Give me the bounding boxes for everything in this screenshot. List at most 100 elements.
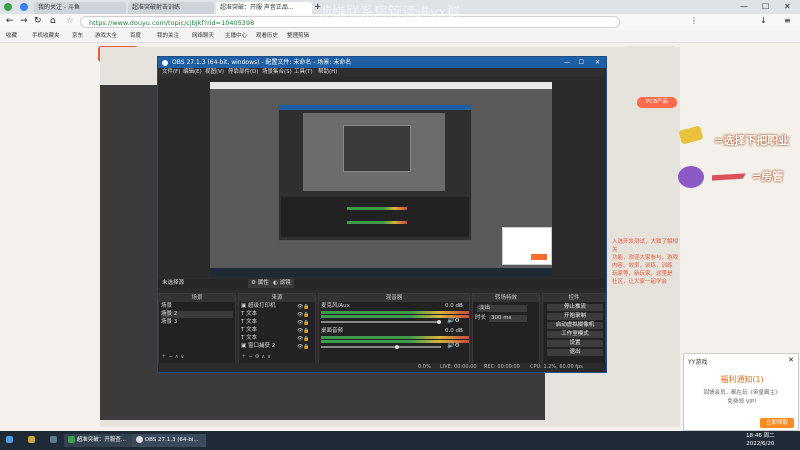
menu-help[interactable]: 帮助(H) (318, 68, 337, 77)
tab-training[interactable]: 超准突破射击训练 (128, 2, 214, 14)
duration-input[interactable]: 300 ms (489, 315, 527, 322)
menu-tools[interactable]: 工具(T) (294, 68, 313, 77)
source-item[interactable]: T 文本 (241, 335, 257, 342)
reload-icon[interactable]: ↻ (34, 16, 42, 26)
taskbar-app-obs[interactable]: OBS 27.1.3 (64-bi... (132, 434, 206, 447)
transitions-header: 转场特效 (473, 294, 539, 302)
bookmark-item[interactable]: 百度 (130, 31, 141, 41)
close-icon[interactable]: ✕ (784, 2, 791, 12)
pcb-badge[interactable]: PCB产品 (637, 97, 677, 108)
bookmark-item[interactable]: 网络聊天 (192, 31, 214, 41)
mute-icon[interactable]: 🔊⚙ (447, 317, 460, 324)
menu-scene-collection[interactable]: 场景集合(S) (262, 68, 292, 77)
extensions-icon[interactable]: ⋮ (690, 16, 698, 25)
volume-slider[interactable] (321, 346, 441, 348)
preview-popup (502, 227, 552, 265)
mute-icon[interactable]: 🔊⚙ (447, 342, 460, 349)
virtual-camera-button[interactable]: 启动虚拟摄像机 (547, 322, 603, 329)
clock[interactable]: 18:46 周二 2022/6/20 (742, 432, 779, 447)
studio-mode-button[interactable]: 工作室模式 (547, 331, 603, 338)
menu-file[interactable]: 文件(F) (162, 68, 180, 77)
forward-icon[interactable]: → (20, 16, 28, 26)
obs-window: OBS 27.1.3 (64-bit, windows) - 配置文件: 未命名… (157, 56, 607, 373)
obs-close-icon[interactable]: ✕ (595, 57, 600, 68)
source-item[interactable]: T 文本 (241, 327, 257, 334)
profile-icon[interactable] (20, 3, 28, 11)
obs-title-text: OBS 27.1.3 (64-bit, windows) - 配置文件: 未命名… (172, 59, 352, 66)
bookmark-item[interactable]: 整理剪辑 (287, 31, 309, 41)
cpu-usage: CPU: 1.2%, 60.00 fps (530, 364, 583, 370)
source-item[interactable]: T 文本 (241, 319, 257, 326)
scenes-header: 场景 (159, 294, 235, 302)
dropped-frames: 0.0% (418, 364, 431, 370)
nested-meter (347, 207, 407, 210)
stop-streaming-button[interactable]: 停止推流 (547, 304, 603, 311)
volume-slider-knob[interactable] (437, 320, 441, 324)
transition-select[interactable]: 淡出 (477, 305, 527, 312)
notification-claim-button[interactable]: 立即领取 (760, 418, 794, 428)
maximize-icon[interactable]: ☐ (762, 2, 769, 12)
scene-item[interactable]: 场景 2 (161, 311, 233, 318)
back-icon[interactable]: ← (6, 16, 14, 26)
volume-slider[interactable] (321, 321, 441, 323)
start-recording-button[interactable]: 开始录制 (547, 313, 603, 320)
settings-button[interactable]: 设置 (547, 340, 603, 347)
steam-icon (50, 436, 57, 443)
properties-button[interactable]: ⚙ 属性 (248, 279, 272, 288)
bookmark-item[interactable]: 游戏大全 (95, 31, 117, 41)
scene-controls[interactable]: ＋ − ∧ ∨ (161, 354, 184, 361)
menu-docks[interactable]: 停靠部件(D) (228, 68, 259, 77)
live-time: LIVE: 00:00:00 (440, 364, 477, 370)
mixer-channel-db: 0.0 dB (445, 303, 463, 309)
notification-popup: YY游戏 ✕ 福利通知(1) 回馈会员，都在玩《帝皇霸主》 免费领 VIP! 立… (683, 353, 799, 431)
menu-edit[interactable]: 编辑(E) (183, 68, 202, 77)
tab-follow[interactable]: 我的关注 - 斗鱼 (34, 2, 126, 14)
audio-meter (321, 336, 469, 339)
tab-current[interactable]: 超准突破：开服 声音正品... (216, 2, 312, 14)
bookmark-item[interactable]: 京东 (72, 31, 83, 41)
bookmark-item[interactable]: 收藏 (6, 31, 17, 41)
source-controls[interactable]: ＋ − ⚙ ∧ ∨ (241, 354, 271, 361)
bookmark-item[interactable]: 观看历史 (256, 31, 278, 41)
start-button[interactable] (2, 434, 17, 447)
bookmark-item[interactable]: 主播中心 (225, 31, 247, 41)
promo-text-class: =选择下把职业 (714, 134, 790, 147)
mixer-channel-db: 0.0 dB (445, 328, 463, 334)
minimize-icon[interactable]: — (740, 2, 748, 12)
transitions-panel: 转场特效 淡出 时长 300 ms (472, 293, 540, 365)
exit-button[interactable]: 退出 (547, 349, 603, 356)
source-item[interactable]: T 文本 (241, 311, 257, 318)
bookmark-item[interactable]: 我的关注 (157, 31, 179, 41)
visibility-icon[interactable]: 👁🔒 👁🔒 👁🔒 👁🔒 👁🔒 👁🔒 (297, 303, 310, 351)
bookmark-item[interactable]: 手机收藏夹 (32, 31, 60, 41)
source-item[interactable]: ▣ 超级打印机 (241, 303, 275, 310)
scene-item[interactable]: 场景 3 (161, 319, 177, 326)
audio-mixer-panel: 混音器 麦克风/Aux 0.0 dB 🔊⚙ 桌面音频 0.0 dB 🔊⚙ (318, 293, 470, 365)
nested-panels (281, 197, 469, 237)
browser-icon (68, 436, 75, 443)
menu-icon[interactable]: ≡ (784, 16, 791, 25)
menu-view[interactable]: 视图(V) (205, 68, 224, 77)
notification-close-icon[interactable]: ✕ (788, 356, 794, 364)
preview-popup-button (531, 254, 547, 260)
star-icon[interactable]: ☆ (66, 16, 73, 25)
rec-time: REC: 00:00:00 (484, 364, 520, 370)
obs-maximize-icon[interactable]: ☐ (579, 57, 584, 68)
obs-minimize-icon[interactable]: — (564, 57, 570, 68)
bookmarks-bar: 收藏 手机收藏夹 京东 游戏大全 百度 我的关注 网络聊天 主播中心 观看历史 … (0, 30, 800, 43)
taskbar-app-browser[interactable]: 超准突破：开服查... (64, 434, 138, 447)
obs-preview-canvas[interactable] (210, 82, 552, 277)
nested-preview-inner (343, 125, 411, 172)
badge-icon (678, 166, 704, 188)
filters-button[interactable]: ◐ 滤镜 (270, 279, 294, 288)
taskbar-icon[interactable] (46, 434, 61, 447)
source-item[interactable]: ▣ 窗口捕获 2 (241, 343, 275, 350)
obs-status-bar: 0.0% LIVE: 00:00:00 REC: 00:00:00 CPU: 1… (158, 363, 606, 372)
scene-item[interactable]: 场景 (161, 303, 172, 310)
obs-logo-icon (162, 59, 168, 66)
home-icon[interactable]: ⌂ (50, 16, 56, 26)
volume-slider-knob[interactable] (395, 345, 399, 349)
download-icon[interactable]: ↓ (760, 16, 767, 25)
browser-logo-icon (4, 3, 12, 11)
taskbar-icon[interactable] (24, 434, 39, 447)
